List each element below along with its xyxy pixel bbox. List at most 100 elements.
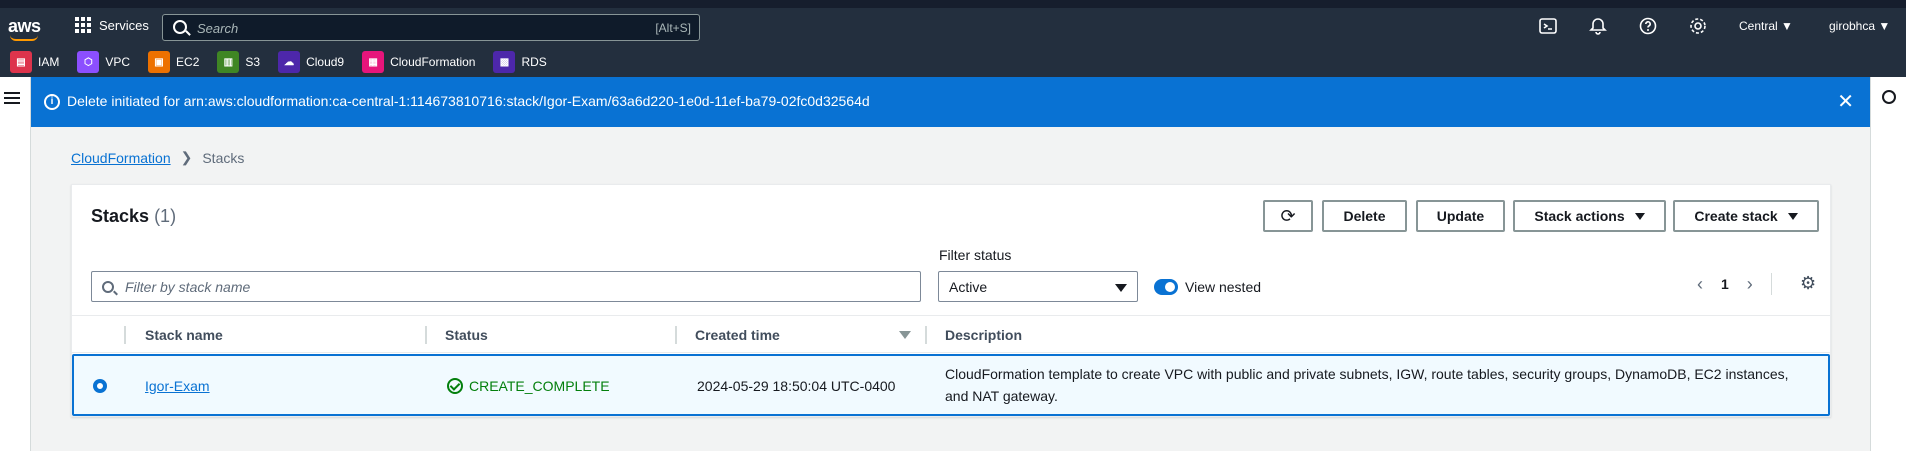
search-icon [173,20,187,34]
menu-icon[interactable] [4,92,20,104]
column-separator [124,326,126,344]
panel-title: Stacks (1) [91,206,176,227]
favorites-list: ▤ IAM ⬡ VPC ▣ EC2 ▥ S3 ☁ Cloud9 ▦ CloudFormati… [0,50,555,74]
chevron-right-icon[interactable]: › [1747,274,1753,295]
refresh-icon: ⟳ [1280,205,1296,226]
refresh-button[interactable]: ⟳ [1263,200,1313,232]
gear-icon[interactable]: ⚙ [1800,273,1816,294]
notifications-icon[interactable] [1589,17,1607,35]
favorite-label: Cloud9 [306,55,345,69]
delete-label: Delete [1343,208,1386,224]
aws-logo-text: aws [8,16,41,36]
column-separator[interactable] [925,326,927,344]
cloudformation-icon: ▦ [362,51,385,73]
favorite-label: EC2 [176,55,200,69]
update-label: Update [1436,208,1485,224]
favorite-label: IAM [38,55,60,69]
column-separator[interactable] [675,326,677,344]
caret-down-icon [1115,284,1127,292]
chevron-right-icon: ❯ [180,149,193,165]
favorite-s3[interactable]: ▥ S3 [217,51,260,73]
search-shortcut: [Alt+S] [655,21,691,35]
column-header-description[interactable]: Description [945,327,1022,343]
favorite-rds[interactable]: ▩ RDS [493,51,547,73]
stack-count: (1) [154,206,177,226]
global-search-input[interactable]: Search [Alt+S] [162,14,700,41]
favorite-vpc[interactable]: ⬡ VPC [77,51,130,73]
favorite-cloudformation[interactable]: ▦ CloudFormation [362,51,475,73]
column-header-created-time[interactable]: Created time [695,327,780,343]
info-icon: i [44,94,60,110]
stack-actions-button[interactable]: Stack actions [1513,200,1666,232]
page-number[interactable]: 1 [1721,276,1729,292]
stacks-panel: Stacks (1) ⟳ Delete Update Stack actions… [71,184,1831,417]
create-stack-button[interactable]: Create stack [1673,200,1819,232]
filter-status-value: Active [949,279,988,295]
caret-down-icon [1787,212,1798,220]
ec2-icon: ▣ [148,51,171,73]
cloudshell-icon[interactable] [1539,17,1557,35]
favorite-label: S3 [245,55,261,69]
breadcrumb-link-cloudformation[interactable]: CloudFormation [71,150,171,166]
created-time: 2024-05-29 18:50:04 UTC-0400 [697,378,896,394]
services-label: Services [99,17,149,33]
stack-filter-input[interactable]: Filter by stack name [91,271,921,302]
table-row[interactable]: Igor-Exam CREATE_COMPLETE 2024-05-29 18:… [72,354,1830,416]
cloud9-icon: ☁ [278,51,301,73]
favorite-label: RDS [521,55,547,69]
account-label: girobhca [1829,19,1876,33]
filter-status-label: Filter status [939,247,1012,263]
delete-button[interactable]: Delete [1322,200,1407,232]
iam-icon: ▤ [10,51,32,73]
favorite-label: VPC [105,55,131,69]
description-line-1: CloudFormation template to create VPC wi… [945,366,1789,382]
account-menu[interactable]: girobhca ▼ [1829,19,1890,33]
info-panel-icon[interactable] [1882,90,1896,104]
aws-smile-icon [10,35,38,41]
services-menu[interactable]: Services [75,17,149,33]
chevron-down-icon: ▼ [1781,19,1793,33]
pager-divider [1770,273,1772,295]
right-sidebar [1870,77,1906,451]
favorite-iam[interactable]: ▤ IAM [10,51,59,73]
favorite-cloud9[interactable]: ☁ Cloud9 [278,51,344,73]
column-header-stack-name[interactable]: Stack name [145,327,223,343]
chevron-left-icon[interactable]: ‹ [1697,274,1703,295]
status-text: CREATE_COMPLETE [469,378,610,394]
view-nested-toggle[interactable] [1154,279,1178,295]
help-icon[interactable] [1639,17,1657,35]
close-icon[interactable]: ✕ [1837,89,1854,114]
column-header-status[interactable]: Status [445,327,488,343]
stack-name-link[interactable]: Igor-Exam [145,378,210,394]
aws-logo[interactable]: aws [8,16,41,41]
breadcrumb-current: Stacks [202,149,245,166]
filter-placeholder: Filter by stack name [125,279,251,295]
sort-descending-icon[interactable] [899,331,911,339]
grid-icon [75,17,91,33]
flash-banner: i Delete initiated for arn:aws:cloudform… [31,77,1870,127]
search-placeholder: Search [197,21,239,36]
top-strip [0,0,1906,8]
flash-message: Delete initiated for arn:aws:cloudformat… [67,93,870,109]
search-icon [102,281,114,293]
filter-status-select[interactable]: Active [938,271,1138,302]
table-header: Stack name Status Created time Descripti… [72,315,1830,353]
vpc-icon: ⬡ [77,51,100,73]
view-nested-label: View nested [1185,279,1262,295]
left-sidebar [0,77,31,451]
column-separator[interactable] [425,326,427,344]
favorite-label: CloudFormation [390,55,476,69]
status-badge: CREATE_COMPLETE [447,378,610,394]
region-selector[interactable]: Central ▼ [1739,19,1793,33]
favorite-ec2[interactable]: ▣ EC2 [148,51,199,73]
settings-icon[interactable] [1689,17,1707,35]
chevron-down-icon: ▼ [1878,19,1891,33]
update-button[interactable]: Update [1416,200,1505,232]
pagination: ‹ 1 › [1697,273,1772,295]
breadcrumb: CloudFormation ❯ Stacks [71,149,244,166]
row-radio-selected[interactable] [93,379,107,393]
create-stack-label: Create stack [1694,208,1778,224]
stack-actions-label: Stack actions [1534,208,1625,224]
caret-down-icon [1634,212,1645,220]
check-circle-icon [447,378,463,394]
